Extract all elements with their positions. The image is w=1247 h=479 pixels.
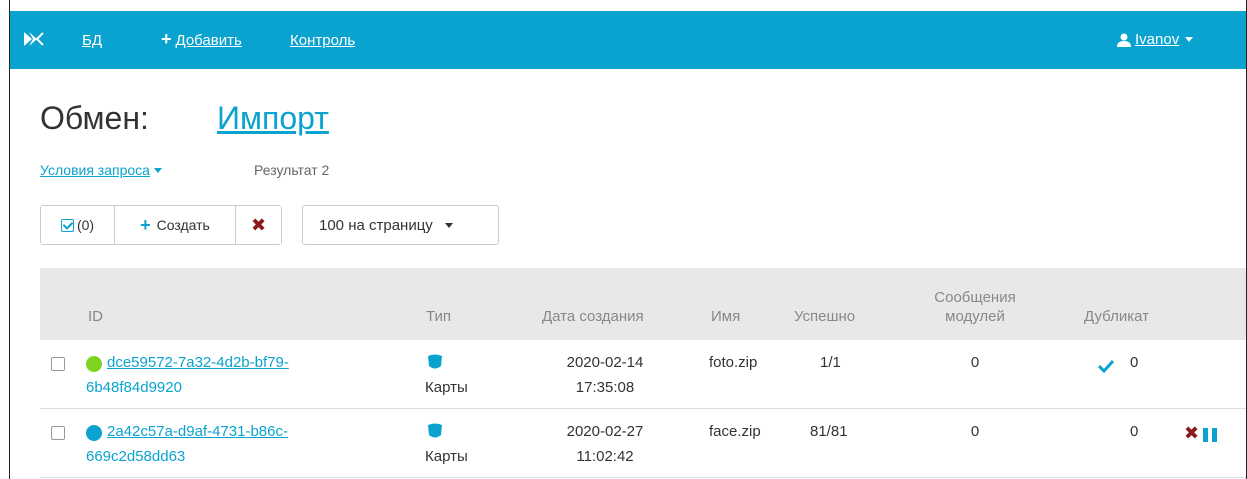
top-navbar: БД + Добавить Контроль Ivanov	[10, 11, 1246, 69]
row-duplicate: 0	[1130, 354, 1139, 371]
user-icon	[1117, 33, 1131, 47]
imports-table: ID Тип Дата создания Имя Успешно Сообщен…	[40, 268, 1246, 478]
column-header-id[interactable]: ID	[88, 307, 103, 326]
row-type: Карты	[425, 448, 468, 465]
result-count: Результат 2	[254, 162, 330, 178]
cards-type-icon	[428, 423, 442, 438]
column-header-created[interactable]: Дата создания	[542, 307, 644, 326]
toolbar-button-group: (0) + Создать ✖	[40, 205, 282, 245]
plus-icon: +	[140, 215, 151, 235]
per-page-value: 100 на страницу	[319, 216, 433, 234]
row-messages: 0	[970, 423, 980, 440]
nav-add-label: Добавить	[175, 32, 242, 49]
query-conditions-toggle[interactable]: Условия запроса	[40, 162, 162, 178]
delete-row-icon[interactable]: ✖	[1184, 423, 1199, 444]
create-label: Создать	[156, 217, 210, 233]
row-success: 81/81	[810, 423, 848, 440]
cards-type-icon	[428, 354, 442, 369]
row-messages: 0	[970, 354, 980, 371]
row-checkbox[interactable]	[51, 357, 65, 371]
row-id-link[interactable]: dce59572-7a32-4d2b-bf79- 6b48f84d9920	[86, 350, 356, 400]
nav-add-link[interactable]: + Добавить	[161, 29, 242, 49]
create-button[interactable]: + Создать	[115, 206, 236, 244]
row-success: 1/1	[820, 354, 841, 371]
selected-count: (0)	[76, 217, 95, 233]
column-header-name[interactable]: Имя	[711, 307, 740, 326]
check-icon	[1098, 359, 1114, 373]
row-id-line2: 669c2d58dd63	[86, 448, 186, 465]
close-icon: ✖	[250, 214, 267, 235]
row-time: 17:35:08	[575, 379, 635, 396]
chevron-down-icon	[1185, 37, 1194, 42]
column-header-type[interactable]: Тип	[426, 307, 451, 326]
per-page-select[interactable]: 100 на страницу	[302, 205, 499, 245]
chevron-down-icon	[444, 222, 453, 228]
app-window: БД + Добавить Контроль Ivanov Обмен: Импо…	[9, 0, 1247, 479]
row-id-line2: 6b48f84d9920	[86, 379, 182, 396]
page-title: Обмен:	[40, 100, 149, 136]
row-id-line1: dce59572-7a32-4d2b-bf79-	[107, 354, 289, 371]
table-row: 2a42c57a-d9af-4731-b86c- 669c2d58dd63 Кар…	[40, 409, 1246, 478]
nav-control-link[interactable]: Контроль	[290, 32, 355, 49]
query-conditions-label: Условия запроса	[40, 162, 150, 178]
column-header-messages[interactable]: Сообщения модулей	[920, 288, 1030, 326]
column-header-success[interactable]: Успешно	[794, 307, 855, 326]
column-header-messages-line2: модулей	[945, 308, 1005, 325]
user-menu[interactable]: Ivanov	[1117, 31, 1194, 48]
chevron-down-icon	[153, 167, 162, 173]
table-header: ID Тип Дата создания Имя Успешно Сообщен…	[40, 268, 1246, 340]
row-id-line1: 2a42c57a-d9af-4731-b86c-	[107, 423, 288, 440]
row-time: 11:02:42	[576, 448, 634, 465]
row-name: foto.zip	[709, 354, 758, 371]
row-name: face.zip	[709, 423, 761, 440]
pause-icon[interactable]	[1203, 428, 1217, 442]
row-id-link[interactable]: 2a42c57a-d9af-4731-b86c- 669c2d58dd63	[86, 419, 356, 469]
user-name: Ivanov	[1135, 31, 1180, 48]
column-header-messages-line1: Сообщения	[934, 289, 1016, 306]
row-created: 2020-02-14 17:35:08	[545, 350, 665, 400]
column-header-duplicate[interactable]: Дубликат	[1084, 307, 1149, 326]
plus-icon: +	[161, 29, 172, 49]
row-type: Карты	[425, 379, 468, 396]
table-row: dce59572-7a32-4d2b-bf79- 6b48f84d9920 Кар…	[40, 340, 1246, 409]
logo-icon[interactable]	[24, 31, 44, 47]
delete-button[interactable]: ✖	[236, 206, 281, 244]
row-date: 2020-02-14	[566, 354, 644, 371]
page-title-link[interactable]: Импорт	[217, 100, 329, 137]
row-checkbox[interactable]	[51, 426, 65, 440]
row-date: 2020-02-27	[566, 423, 644, 440]
checkbox-icon	[60, 218, 74, 232]
select-button[interactable]: (0)	[41, 206, 115, 244]
row-duplicate: 0	[1130, 423, 1139, 440]
row-created: 2020-02-27 11:02:42	[545, 419, 665, 469]
nav-db-link[interactable]: БД	[82, 32, 102, 49]
